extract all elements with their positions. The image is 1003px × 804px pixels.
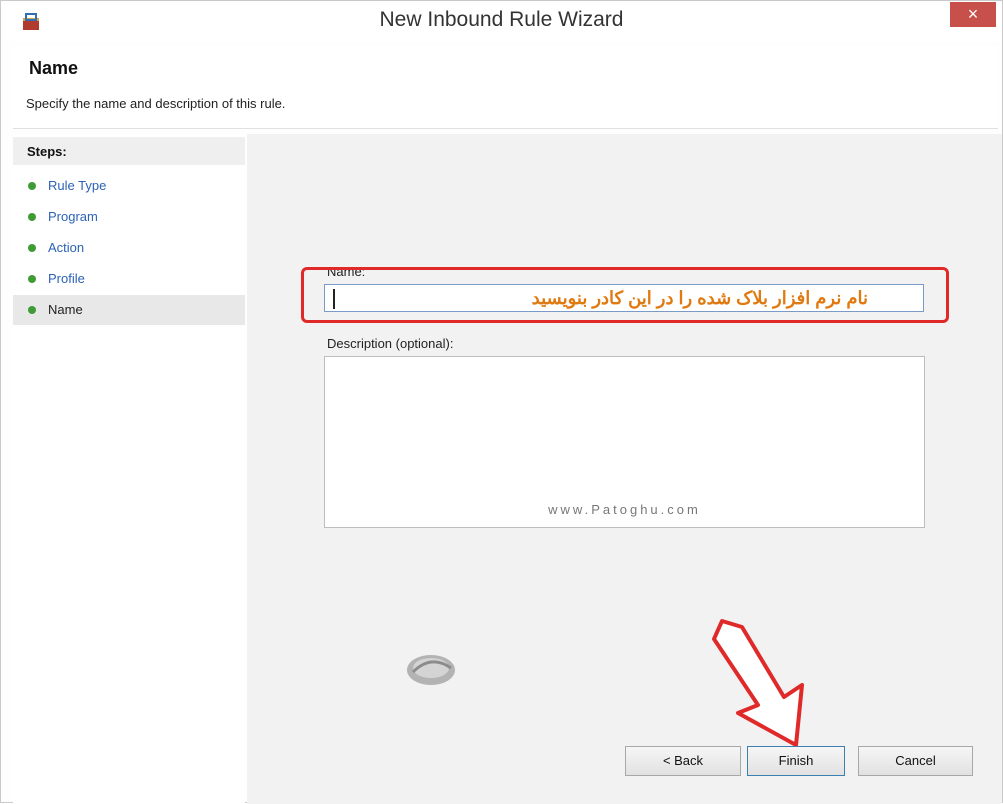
watermark-text: www.Patoghu.com [548, 502, 701, 517]
back-button[interactable]: < Back [625, 746, 741, 776]
annotation-highlight-box [301, 267, 949, 323]
description-textarea[interactable]: www.Patoghu.com [324, 356, 925, 528]
step-label: Rule Type [48, 178, 107, 193]
description-label: Description (optional): [327, 336, 454, 351]
page-description: Specify the name and description of this… [26, 96, 286, 111]
steps-heading: Steps: [13, 137, 245, 165]
window-title: New Inbound Rule Wizard [379, 8, 624, 31]
step-profile[interactable]: Profile [13, 264, 245, 294]
step-label: Action [48, 240, 85, 255]
close-button[interactable]: × [950, 2, 996, 27]
finish-button[interactable]: Finish [747, 746, 845, 776]
cancel-button[interactable]: Cancel [858, 746, 973, 776]
step-status-dot-icon [28, 275, 36, 283]
annotation-arrow-icon [712, 619, 804, 747]
step-rule-type[interactable]: Rule Type [13, 171, 245, 201]
wizard-header: Name Specify the name and description of… [13, 46, 998, 129]
step-status-dot-icon [28, 306, 36, 314]
step-label: Profile [48, 271, 85, 286]
steps-panel: Steps: Rule Type Program Action Profile … [13, 134, 245, 804]
step-label: Program [48, 209, 98, 224]
wizard-window: New Inbound Rule Wizard × Name Specify t… [0, 0, 1003, 804]
title-bar[interactable]: New Inbound Rule Wizard × [1, 1, 1002, 41]
step-label: Name [48, 302, 83, 317]
step-name[interactable]: Name [13, 295, 245, 325]
step-status-dot-icon [28, 244, 36, 252]
step-status-dot-icon [28, 213, 36, 221]
step-action[interactable]: Action [13, 233, 245, 263]
site-logo-icon [407, 655, 455, 685]
step-status-dot-icon [28, 182, 36, 190]
page-title: Name [29, 58, 79, 78]
steps-heading-label: Steps: [27, 144, 67, 159]
step-program[interactable]: Program [13, 202, 245, 232]
